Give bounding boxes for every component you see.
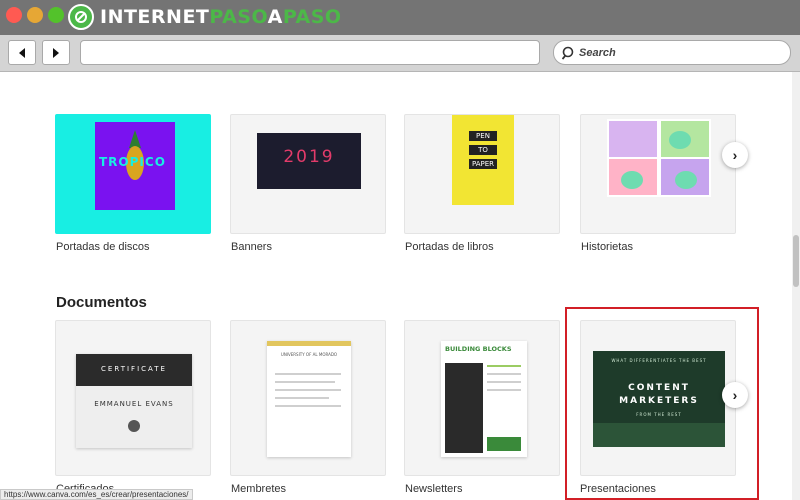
section-title: Documentos [56,294,147,311]
letterhead-thumbnail: UNIVERSITY OF AL MORADO [267,341,351,457]
album-cover-thumbnail: TROPICO [95,122,175,210]
banner-thumbnail: 2019 [257,133,361,189]
card-caption: Membretes [231,483,287,495]
search-placeholder: Search [579,46,616,59]
back-button[interactable] [8,40,36,65]
template-card-certificate[interactable]: CERTIFICATE EMMANUEL EVANS [55,320,211,476]
template-card-book-cover[interactable]: PEN TO PAPER [404,114,560,234]
card-caption: Portadas de libros [405,241,494,253]
browser-toolbar: Search [0,35,800,72]
scrollbar[interactable] [792,72,800,500]
book-cover-thumbnail: PEN TO PAPER [452,115,514,205]
logo-text: INTERNETPASOAPASO [100,6,342,28]
scrollbar-thumb[interactable] [793,235,799,287]
newsletter-thumbnail: BUILDING BLOCKS [441,341,527,457]
card-caption: Portadas de discos [56,241,150,253]
certificate-thumbnail: CERTIFICATE EMMANUEL EVANS [76,354,192,448]
card-caption: Banners [231,241,272,253]
page-content: TROPICO Portadas de discos 2019 Banners … [0,72,792,500]
search-icon [562,46,574,60]
highlight-box [565,307,759,500]
comic-thumbnail [607,119,711,197]
arrow-right-icon [53,47,59,58]
carousel-next-button[interactable]: › [722,142,748,168]
search-input[interactable]: Search [553,40,791,65]
card-caption: Historietas [581,241,633,253]
arrow-left-icon [19,47,25,58]
template-card-letterhead[interactable]: UNIVERSITY OF AL MORADO [230,320,386,476]
template-card-album-cover[interactable]: TROPICO [55,114,211,234]
chevron-right-icon: › [732,147,738,163]
site-logo: INTERNETPASOAPASO [68,3,342,31]
logo-icon [68,4,94,30]
window-titlebar: INTERNETPASOAPASO [0,0,800,35]
template-card-newsletter[interactable]: BUILDING BLOCKS [404,320,560,476]
template-card-comic[interactable] [580,114,736,234]
card-caption: Newsletters [405,483,463,495]
template-card-banner[interactable]: 2019 [230,114,386,234]
status-bar-url: https://www.canva.com/es_es/crear/presen… [0,489,193,500]
forward-button[interactable] [42,40,70,65]
maximize-window-button[interactable] [48,7,64,23]
minimize-window-button[interactable] [27,7,43,23]
address-bar[interactable] [80,40,540,65]
close-window-button[interactable] [6,7,22,23]
